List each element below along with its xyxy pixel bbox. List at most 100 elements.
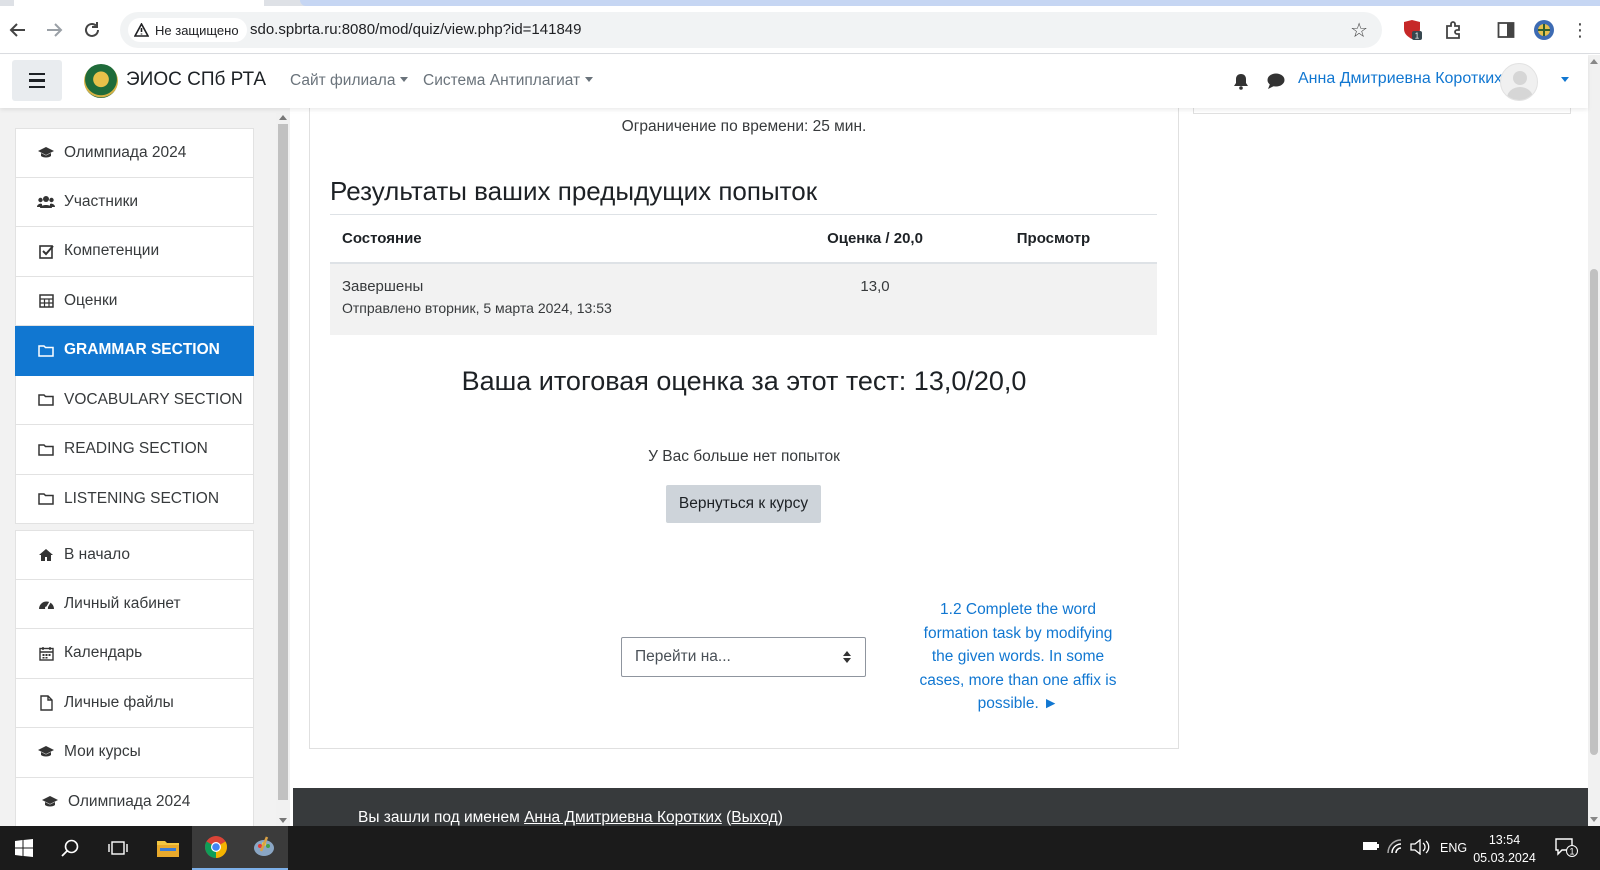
volume-icon[interactable] [1410,838,1430,858]
drawer-scrollbar-thumb[interactable] [278,124,288,800]
attempt-review [950,262,1157,335]
hamburger-icon [29,72,45,76]
bookmark-star-icon[interactable]: ☆ [1350,18,1368,43]
calendar-icon [37,645,55,661]
logout-link[interactable]: Выход [731,809,777,826]
scroll-up-icon[interactable] [1590,59,1598,64]
scroll-down-icon[interactable] [279,818,287,823]
menu-antiplagiat[interactable]: Система Антиплагиат [423,72,594,90]
puzzle-extensions-icon[interactable] [1442,18,1466,42]
check-square-icon [37,243,55,259]
scroll-down-icon[interactable] [1590,817,1598,822]
folder-icon [37,441,55,457]
chrome-browser-icon[interactable] [192,826,240,870]
inactive-tab[interactable] [300,0,1600,6]
attempt-grade: 13,0 [800,262,950,335]
drawer-item-private-files[interactable]: Личные файлы [15,678,254,728]
drawer-item-participants[interactable]: Участники [15,177,254,227]
search-icon[interactable] [46,826,94,870]
task-view-icon[interactable] [94,826,142,870]
drawer-item-listening-section[interactable]: LISTENING SECTION [15,474,254,524]
previous-attempts-heading: Результаты ваших предыдущих попыток [330,176,818,206]
drawer-item-dashboard[interactable]: Личный кабинет [15,579,254,629]
drawer-scrollbar[interactable] [276,112,290,826]
drawer-item-home[interactable]: В начало [15,530,254,580]
back-to-course-button[interactable]: Вернуться к курсу [666,485,821,523]
graduation-cap-icon [37,744,55,760]
next-activity-link[interactable]: 1.2 Complete the word formation task by … [912,598,1124,716]
drawer-item-label: Личные файлы [64,693,174,711]
select-arrows-icon [843,651,851,663]
page-scrollbar[interactable] [1588,55,1600,826]
back-arrow-icon[interactable] [6,18,30,42]
paint-app-icon[interactable] [240,826,288,870]
notification-center-icon[interactable]: 1 [1554,836,1578,861]
profile-avatar-icon[interactable] [1532,18,1556,42]
user-menu-chevron-icon[interactable] [1561,77,1569,82]
final-grade-heading: Ваша итоговая оценка за этот тест: 13,0/… [461,366,1027,396]
drawer-item-label: Участники [64,192,139,210]
drawer-item-reading-section[interactable]: READING SECTION [15,425,254,475]
table-header-row: Состояние Оценка / 20,0 Просмотр [330,214,1157,264]
active-tab[interactable] [14,0,264,6]
extension-shield-icon[interactable]: 1 [1400,18,1424,42]
system-clock[interactable]: 13:54 05.03.2024 [1462,831,1547,867]
attempt-state-cell: Завершены Отправлено вторник, 5 марта 20… [330,262,800,335]
security-indicator[interactable]: Не защищено [128,18,247,42]
folder-icon [37,392,55,408]
battery-icon[interactable] [1362,840,1380,855]
reload-icon[interactable] [80,18,104,42]
drawer-item-course[interactable]: Олимпиада 2024 [15,128,254,178]
drawer-item-vocabulary-section[interactable]: VOCABULARY SECTION [15,375,254,425]
browser-toolbar: Не защищено sdo.spbrta.ru:8080/mod/quiz/… [0,0,1600,54]
logged-in-info: Вы зашли под именем Анна Дмитриевна Коро… [358,809,783,826]
windows-taskbar: ENG 13:54 05.03.2024 1 [0,826,1600,870]
notifications-bell-icon[interactable] [1232,72,1252,92]
drawer-item-calendar[interactable]: Календарь [15,629,254,679]
drawer-item-label: Компетенции [64,242,160,260]
scroll-up-icon[interactable] [279,115,287,120]
page-scrollbar-thumb[interactable] [1590,269,1598,755]
dashboard-icon [37,596,55,612]
forward-arrow-icon[interactable] [42,18,66,42]
menu-branch-site[interactable]: Сайт филиала [290,72,409,90]
drawer-item-grades[interactable]: Оценки [15,276,254,326]
table-row: Завершены Отправлено вторник, 5 марта 20… [330,262,1157,335]
user-menu-name[interactable]: Анна Дмитриевна Коротких [1298,70,1502,88]
jump-to-placeholder: Перейти на... [635,648,731,665]
column-header-grade: Оценка / 20,0 [800,214,950,264]
windows-start-icon[interactable] [0,826,48,870]
warning-icon [134,23,149,37]
footer-user-link[interactable]: Анна Дмитриевна Коротких [524,809,722,826]
drawer-item-grammar-section[interactable]: GRAMMAR SECTION [15,326,254,376]
tab-strip [0,0,1600,6]
drawer-item-label: Олимпиада 2024 [68,792,191,810]
drawer-item-label: В начало [64,545,131,563]
folder-icon [37,491,55,507]
drawer-item-course-olympiad[interactable]: Олимпиада 2024 [15,777,254,826]
side-panel-icon[interactable] [1494,18,1518,42]
notification-count: 1 [1569,847,1574,857]
site-brand[interactable]: ЭИОС СПб РТА [126,69,266,91]
site-logo[interactable] [84,64,118,98]
address-bar[interactable]: Не защищено sdo.spbrta.ru:8080/mod/quiz/… [120,12,1382,48]
attempt-state: Завершены [342,277,424,295]
drawer-item-label: GRAMMAR SECTION [64,341,220,359]
user-avatar[interactable] [1500,63,1538,101]
jump-to-select[interactable]: Перейти на... [621,637,866,677]
drawer-item-label: Мои курсы [64,743,141,761]
file-explorer-icon[interactable] [144,826,192,870]
drawer-item-competencies[interactable]: Компетенции [15,227,254,277]
more-menu-icon[interactable]: ⋮ [1568,18,1592,42]
drawer-course-list: Олимпиада 2024 Участники Компетенции Оце… [15,128,254,826]
extension-badge: 1 [1415,32,1420,41]
column-header-state: Состояние [330,214,800,264]
messages-chat-icon[interactable] [1266,72,1288,92]
url-text[interactable]: sdo.spbrta.ru:8080/mod/quiz/view.php?id=… [250,21,582,38]
clock-time: 13:54 [1488,833,1521,847]
drawer-toggle-button[interactable] [12,60,62,101]
drawer-item-my-courses[interactable]: Мои курсы [15,728,254,778]
column-header-review: Просмотр [950,214,1157,264]
wifi-icon[interactable] [1387,839,1405,858]
folder-icon [37,342,55,358]
